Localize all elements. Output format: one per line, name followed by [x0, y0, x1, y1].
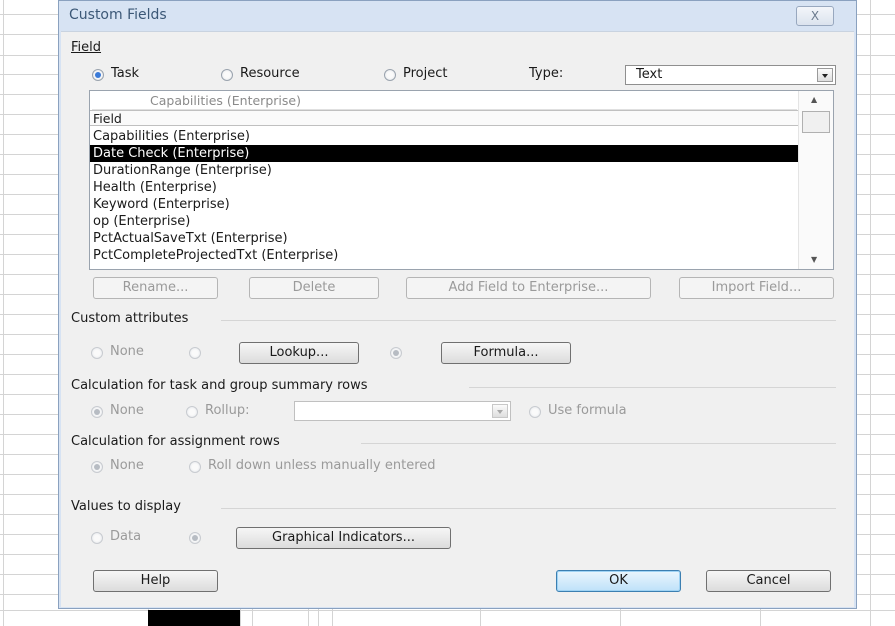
field-list-item[interactable]: PctCompleteProjectedTxt (Enterprise) — [90, 247, 799, 264]
field-group-label: Field — [71, 40, 102, 55]
dialog-title: Custom Fields — [69, 7, 167, 23]
help-button[interactable]: Help — [93, 570, 218, 592]
values-display-label: Values to display — [71, 499, 181, 514]
chevron-down-icon[interactable] — [492, 404, 508, 418]
custom-none-radio[interactable] — [91, 347, 103, 359]
field-list-item[interactable]: Keyword (Enterprise) — [90, 196, 799, 213]
type-select[interactable]: Text — [625, 65, 836, 85]
assignment-none-radio[interactable] — [91, 461, 103, 473]
scroll-down-icon[interactable]: ▼ — [811, 255, 817, 264]
custom-formula-radio[interactable] — [390, 347, 402, 359]
task-radio-label[interactable]: Task — [111, 66, 139, 81]
field-list-item[interactable]: PctActualSaveTxt (Enterprise) — [90, 230, 799, 247]
assignment-none-label[interactable]: None — [110, 458, 144, 473]
formula-button[interactable]: Formula... — [441, 342, 571, 364]
graphical-radio[interactable] — [189, 532, 201, 544]
graphical-indicators-button[interactable]: Graphical Indicators... — [236, 527, 451, 549]
grid-line — [870, 0, 871, 626]
close-icon: X — [810, 9, 820, 23]
divider — [361, 443, 836, 444]
field-list-item[interactable]: Capabilities (Enterprise) — [90, 128, 799, 145]
field-list-item[interactable]: DurationRange (Enterprise) — [90, 162, 799, 179]
custom-fields-dialog: Custom Fields X Field Task Resource Proj… — [58, 0, 857, 609]
project-radio-label[interactable]: Project — [403, 66, 447, 81]
summary-none-radio[interactable] — [91, 406, 103, 418]
type-label: Type: — [529, 66, 564, 81]
chevron-down-icon[interactable] — [817, 68, 833, 82]
calc-summary-label: Calculation for task and group summary r… — [71, 378, 368, 393]
summary-none-label[interactable]: None — [110, 403, 144, 418]
use-formula-label[interactable]: Use formula — [548, 403, 627, 418]
data-radio-label[interactable]: Data — [110, 529, 141, 544]
field-list-scrollbar[interactable]: ▲ ▼ — [798, 91, 833, 269]
scroll-thumb[interactable] — [802, 111, 830, 133]
custom-attributes-label: Custom attributes — [71, 311, 189, 326]
field-list[interactable]: Capabilities (Enterprise) Field Capabili… — [89, 90, 834, 270]
rename-button[interactable]: Rename... — [93, 277, 218, 299]
custom-lookup-radio[interactable] — [189, 347, 201, 359]
project-radio[interactable] — [384, 69, 396, 81]
import-field-button[interactable]: Import Field... — [679, 277, 834, 299]
rollup-radio[interactable] — [186, 406, 198, 418]
add-field-to-enterprise-button[interactable]: Add Field to Enterprise... — [406, 277, 651, 299]
rollup-select[interactable] — [294, 401, 511, 421]
custom-none-label[interactable]: None — [110, 344, 144, 359]
task-radio[interactable] — [92, 69, 104, 81]
divider — [221, 508, 836, 509]
background-selected-cell — [148, 610, 240, 626]
grid-line — [3, 0, 4, 626]
type-select-value: Text — [636, 67, 663, 82]
field-list-item[interactable]: Health (Enterprise) — [90, 179, 799, 196]
dialog-client-area: Field Task Resource Project Type: Text C… — [61, 31, 854, 607]
field-list-search-text: Capabilities (Enterprise) — [150, 93, 301, 108]
field-list-rows: Capabilities (Enterprise) Date Check (Ent… — [90, 128, 799, 264]
field-list-item[interactable]: op (Enterprise) — [90, 213, 799, 230]
field-list-item[interactable]: Date Check (Enterprise) — [90, 145, 799, 162]
roll-down-radio[interactable] — [189, 461, 201, 473]
close-button[interactable]: X — [796, 6, 834, 26]
resource-radio-label[interactable]: Resource — [240, 66, 300, 81]
field-list-search[interactable]: Capabilities (Enterprise) — [92, 93, 797, 110]
ok-button[interactable]: OK — [556, 570, 681, 592]
use-formula-radio[interactable] — [529, 406, 541, 418]
cancel-button[interactable]: Cancel — [706, 570, 831, 592]
delete-button[interactable]: Delete — [249, 277, 379, 299]
scroll-up-icon[interactable]: ▲ — [811, 95, 817, 104]
resource-radio[interactable] — [221, 69, 233, 81]
dialog-titlebar: Custom Fields X — [59, 1, 856, 31]
lookup-button[interactable]: Lookup... — [239, 342, 359, 364]
field-list-header: Field — [90, 110, 799, 126]
field-list-header-label: Field — [93, 111, 122, 126]
rollup-label[interactable]: Rollup: — [205, 403, 250, 418]
calc-assignment-label: Calculation for assignment rows — [71, 434, 280, 449]
data-radio[interactable] — [91, 532, 103, 544]
roll-down-label[interactable]: Roll down unless manually entered — [208, 458, 436, 473]
divider — [221, 320, 836, 321]
divider — [469, 387, 836, 388]
